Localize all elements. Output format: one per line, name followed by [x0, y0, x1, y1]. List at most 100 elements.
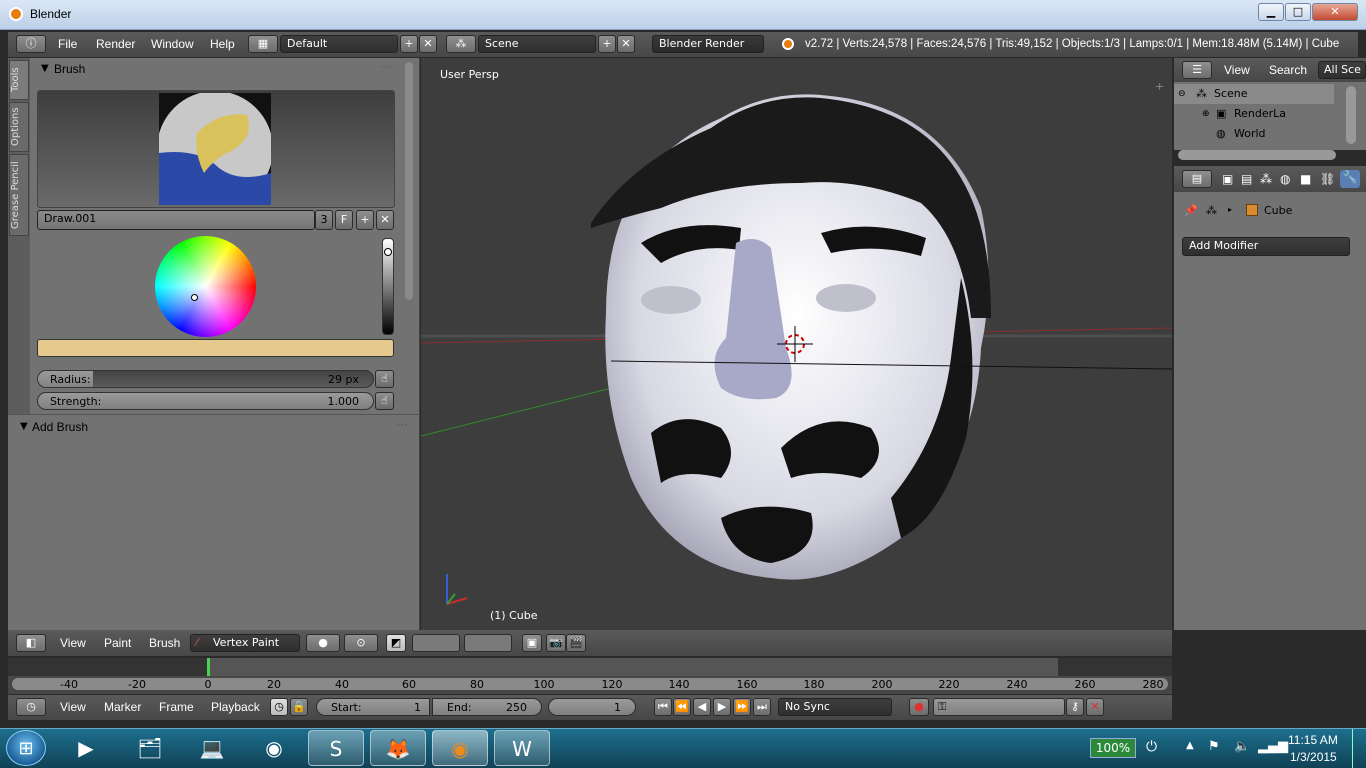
taskbar-blender[interactable]: ◉	[432, 730, 488, 766]
jump-end-button[interactable]: ⏭	[753, 698, 771, 716]
outliner-row-world[interactable]: ◍ World	[1174, 124, 1334, 144]
current-frame-marker[interactable]	[207, 658, 210, 676]
layers-second-block[interactable]	[464, 634, 512, 652]
minimize-button[interactable]: ▁	[1258, 3, 1284, 21]
timeline-menu-playback[interactable]: Playback	[211, 700, 260, 714]
unlink-brush-button[interactable]: ✕	[376, 210, 394, 230]
opengl-render-button[interactable]: ▣	[522, 634, 542, 652]
taskbar-word[interactable]: W	[494, 730, 550, 766]
properties-toggle-icon[interactable]: +	[1155, 80, 1164, 93]
mode-select[interactable]: Vertex Paint	[190, 634, 300, 652]
editor-type-info-button[interactable]: ⓘ	[16, 35, 46, 53]
show-hidden-icons-arrow[interactable]: ▲	[1186, 740, 1194, 751]
taskbar-explorer[interactable]: 🗂	[122, 730, 178, 766]
viewport-menu-paint[interactable]: Paint	[104, 636, 131, 650]
add-scene-button[interactable]: +	[598, 35, 616, 53]
next-keyframe-button[interactable]: ⏩	[733, 698, 751, 716]
radius-slider[interactable]: Radius: 29 px	[37, 370, 374, 388]
timeline-scrollbar[interactable]	[12, 678, 1168, 690]
radius-pressure-button[interactable]: ☝	[375, 370, 394, 388]
scene-context-icon[interactable]: ⁂	[1260, 172, 1272, 186]
pivot-select[interactable]: ⊙	[344, 634, 378, 652]
end-frame-field[interactable]: End: 250	[432, 698, 542, 716]
volume-icon[interactable]: 🔈	[1234, 739, 1250, 754]
keying-set-field[interactable]: ⚿	[933, 698, 1065, 716]
play-reverse-button[interactable]: ◀	[693, 698, 711, 716]
taskbar-skype[interactable]: S	[308, 730, 364, 766]
delete-keyframe-button[interactable]: ✕	[1086, 698, 1104, 716]
tool-shelf-scrollbar[interactable]	[405, 62, 413, 300]
strength-slider[interactable]: Strength: 1.000	[37, 392, 374, 410]
current-frame-field[interactable]: 1	[548, 698, 636, 716]
tab-grease-pencil[interactable]: Grease Pencil	[9, 154, 29, 236]
taskbar-chrome[interactable]: ◉	[246, 730, 302, 766]
pin-icon[interactable]: 📌	[1184, 204, 1198, 217]
collapse-icon[interactable]: ⊖	[1178, 84, 1186, 104]
network-icon[interactable]: ▂▄▆	[1258, 739, 1288, 754]
add-modifier-select[interactable]: Add Modifier	[1182, 237, 1350, 256]
object-context-icon[interactable]: ■	[1300, 172, 1311, 186]
3d-viewport[interactable]: User Persp (1) Cube +	[421, 58, 1172, 630]
outliner-menu-view[interactable]: View	[1224, 63, 1250, 77]
menu-render[interactable]: Render	[96, 37, 135, 51]
brush-color-swatch[interactable]	[37, 339, 394, 357]
power-plug-icon[interactable]: ⏻	[1146, 739, 1157, 755]
face-mask-toggle[interactable]: ◩	[386, 634, 406, 652]
timeline-editor-type-button[interactable]: ◷	[16, 698, 46, 716]
timeline-menu-marker[interactable]: Marker	[104, 700, 141, 714]
value-slider-handle[interactable]	[384, 248, 392, 256]
constraints-context-icon[interactable]: ⛓	[1320, 172, 1335, 186]
color-picker-cursor[interactable]	[191, 294, 198, 301]
outliner-row-renderlayers[interactable]: ⊕ ▣ RenderLa	[1174, 104, 1334, 124]
opengl-render-animation-button[interactable]: 🎬	[566, 634, 586, 652]
start-button[interactable]: ⊞	[6, 730, 46, 766]
render-layers-context-icon[interactable]: ▤	[1241, 172, 1252, 186]
timeline-menu-view[interactable]: View	[60, 700, 86, 714]
collapse-triangle-icon[interactable]: ▼	[41, 63, 49, 74]
viewport-menu-brush[interactable]: Brush	[149, 636, 180, 650]
color-wheel[interactable]	[155, 236, 256, 337]
tab-options[interactable]: Options	[9, 102, 29, 152]
scene-browse-button[interactable]: ⁂	[446, 35, 476, 53]
taskbar-firefox[interactable]: 🦊	[370, 730, 426, 766]
lock-range-toggle[interactable]: 🔒	[290, 698, 308, 716]
properties-editor-type-button[interactable]: ▤	[1182, 170, 1212, 188]
opengl-render-image-button[interactable]: 📷	[546, 634, 566, 652]
outliner-hscrollbar[interactable]	[1178, 150, 1336, 160]
record-button[interactable]: ●	[909, 698, 929, 716]
strength-pressure-button[interactable]: ☝	[375, 392, 394, 410]
layout-browse-button[interactable]: ▦	[248, 35, 278, 53]
expand-icon[interactable]: ⊕	[1202, 104, 1210, 124]
sync-mode-select[interactable]: No Sync	[778, 698, 892, 716]
drag-handle-icon[interactable]: ⋯	[380, 60, 391, 73]
menu-file[interactable]: File	[58, 37, 77, 51]
timeline-menu-frame[interactable]: Frame	[159, 700, 194, 714]
drag-handle-icon[interactable]: ⋯	[396, 418, 407, 431]
world-context-icon[interactable]: ◍	[1280, 172, 1290, 186]
modifiers-context-icon[interactable]: 🔧	[1340, 170, 1360, 188]
insert-keyframe-button[interactable]: ⚷	[1066, 698, 1084, 716]
clock-date[interactable]: 1/3/2015	[1290, 750, 1337, 764]
jump-start-button[interactable]: ⏮	[654, 698, 672, 716]
layers-first-block[interactable]	[412, 634, 460, 652]
prev-keyframe-button[interactable]: ⏪	[673, 698, 691, 716]
fake-user-button[interactable]: F	[335, 210, 353, 230]
play-button[interactable]: ▶	[713, 698, 731, 716]
viewport-editor-type-button[interactable]: ◧	[16, 634, 46, 652]
remove-scene-button[interactable]: ✕	[617, 35, 635, 53]
render-engine-select[interactable]: Blender Render	[652, 35, 764, 53]
maximize-button[interactable]: □	[1285, 3, 1311, 21]
close-button[interactable]: ✕	[1312, 3, 1358, 21]
remove-layout-button[interactable]: ✕	[419, 35, 437, 53]
taskbar-laptop-app[interactable]: 💻	[184, 730, 240, 766]
outliner-editor-type-button[interactable]: ☰	[1182, 61, 1212, 79]
outliner-filter-select[interactable]: All Sce	[1318, 61, 1366, 79]
menu-window[interactable]: Window	[151, 37, 194, 51]
outliner-row-scene[interactable]: ⊖ ⁂ Scene	[1174, 84, 1334, 104]
show-desktop-button[interactable]	[1352, 729, 1366, 768]
brush-users-count[interactable]: 3	[315, 210, 333, 230]
taskbar-media-player[interactable]: ▶	[58, 730, 114, 766]
clock-time[interactable]: 11:15 AM	[1288, 733, 1338, 747]
new-brush-button[interactable]: +	[356, 210, 374, 230]
add-layout-button[interactable]: +	[400, 35, 418, 53]
